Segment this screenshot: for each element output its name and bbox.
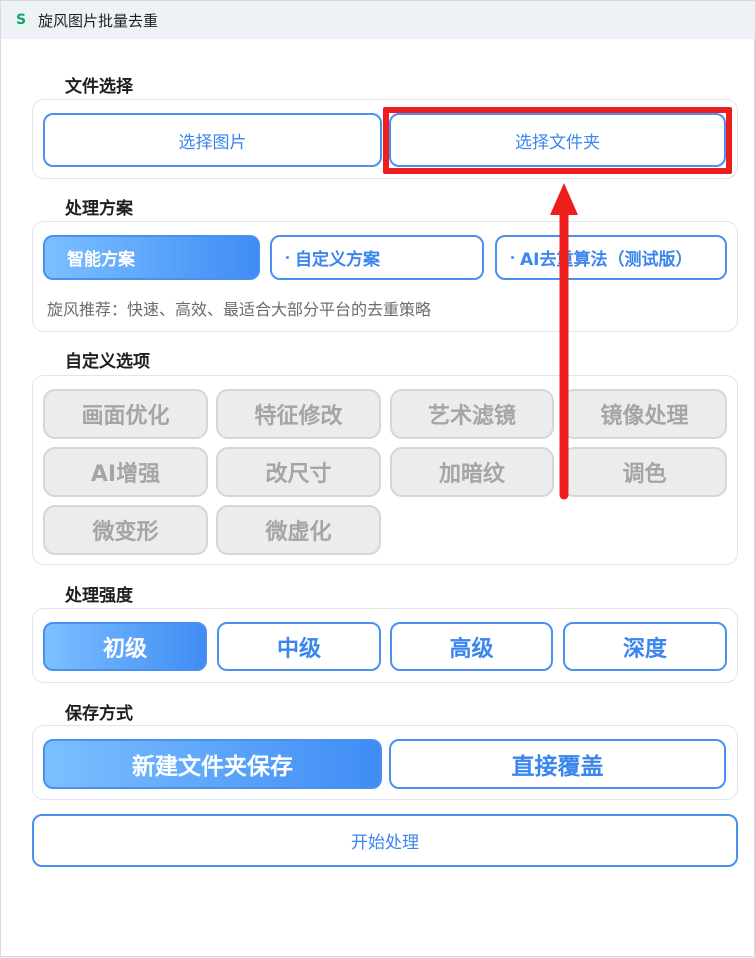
radio-dot-icon — [286, 256, 289, 259]
strength-medium-button[interactable]: 中级 — [217, 622, 381, 671]
option-micro-deform[interactable]: 微变形 — [43, 505, 208, 555]
option-resize[interactable]: 改尺寸 — [216, 447, 381, 497]
radio-dot-icon — [511, 256, 514, 259]
scheme-description: 旋风推荐：快速、高效、最适合大部分平台的去重策略 — [47, 300, 432, 319]
scheme-smart-button[interactable]: 智能方案 — [43, 235, 260, 280]
start-process-button[interactable]: 开始处理 — [32, 814, 738, 867]
app-window: S 旋风图片批量去重 文件选择 选择图片 选择文件夹 处理方案 智能方案 自定义… — [0, 0, 755, 957]
section-title-file-select: 文件选择 — [65, 77, 133, 97]
scheme-custom-label: 自定义方案 — [295, 250, 380, 270]
save-new-folder-button[interactable]: 新建文件夹保存 — [43, 739, 382, 789]
section-title-scheme: 处理方案 — [65, 199, 133, 219]
option-feature-modify[interactable]: 特征修改 — [216, 389, 381, 439]
option-art-filter[interactable]: 艺术滤镜 — [390, 389, 554, 439]
scheme-ai-button[interactable]: AI去重算法（测试版） — [495, 235, 727, 280]
scheme-smart-label: 智能方案 — [67, 250, 135, 270]
title-bar: S 旋风图片批量去重 — [1, 1, 755, 39]
section-title-save: 保存方式 — [65, 704, 133, 724]
option-ai-enhance[interactable]: AI增强 — [43, 447, 208, 497]
strength-basic-button[interactable]: 初级 — [43, 622, 207, 671]
scheme-custom-button[interactable]: 自定义方案 — [270, 235, 484, 280]
option-dark-pattern[interactable]: 加暗纹 — [390, 447, 554, 497]
scheme-ai-label: AI去重算法（测试版） — [520, 250, 693, 270]
window-title: 旋风图片批量去重 — [38, 12, 159, 30]
option-color-adjust[interactable]: 调色 — [562, 447, 727, 497]
app-logo-icon: S — [12, 11, 30, 29]
select-folder-button[interactable]: 选择文件夹 — [389, 113, 726, 167]
option-picture-optimize[interactable]: 画面优化 — [43, 389, 208, 439]
option-mirror[interactable]: 镜像处理 — [562, 389, 727, 439]
option-micro-blur[interactable]: 微虚化 — [216, 505, 381, 555]
strength-high-button[interactable]: 高级 — [390, 622, 553, 671]
section-title-strength: 处理强度 — [65, 586, 133, 606]
select-image-button[interactable]: 选择图片 — [43, 113, 382, 167]
section-title-custom-options: 自定义选项 — [65, 352, 150, 372]
save-overwrite-button[interactable]: 直接覆盖 — [389, 739, 726, 789]
strength-deep-button[interactable]: 深度 — [563, 622, 727, 671]
